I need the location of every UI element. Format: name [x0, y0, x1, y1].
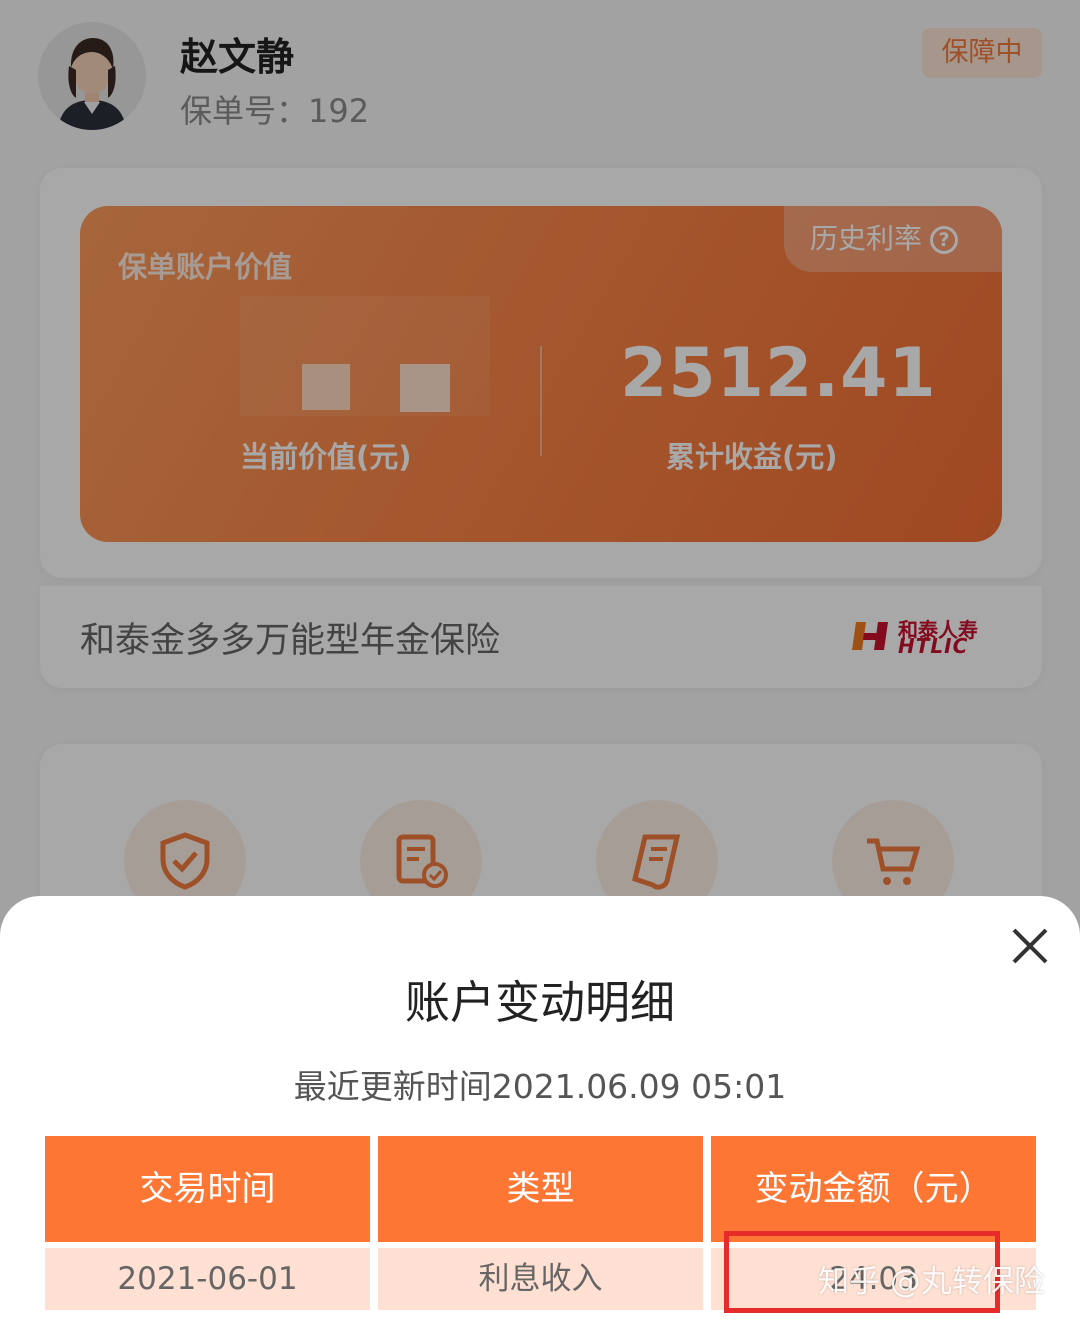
- column-header-amount: 变动金额（元）: [711, 1136, 1036, 1242]
- close-icon[interactable]: [1008, 924, 1052, 968]
- update-time: 最近更新时间2021.06.09 05:01: [293, 1067, 787, 1106]
- cell-type: 利息收入: [378, 1248, 703, 1310]
- cell-date: 2021-06-01: [45, 1248, 370, 1310]
- sheet-title: 账户变动明细: [404, 976, 675, 1029]
- watermark: 知乎 @丸转保险: [818, 1264, 1045, 1300]
- column-header-type: 类型: [378, 1136, 703, 1242]
- column-header-date: 交易时间: [45, 1136, 370, 1242]
